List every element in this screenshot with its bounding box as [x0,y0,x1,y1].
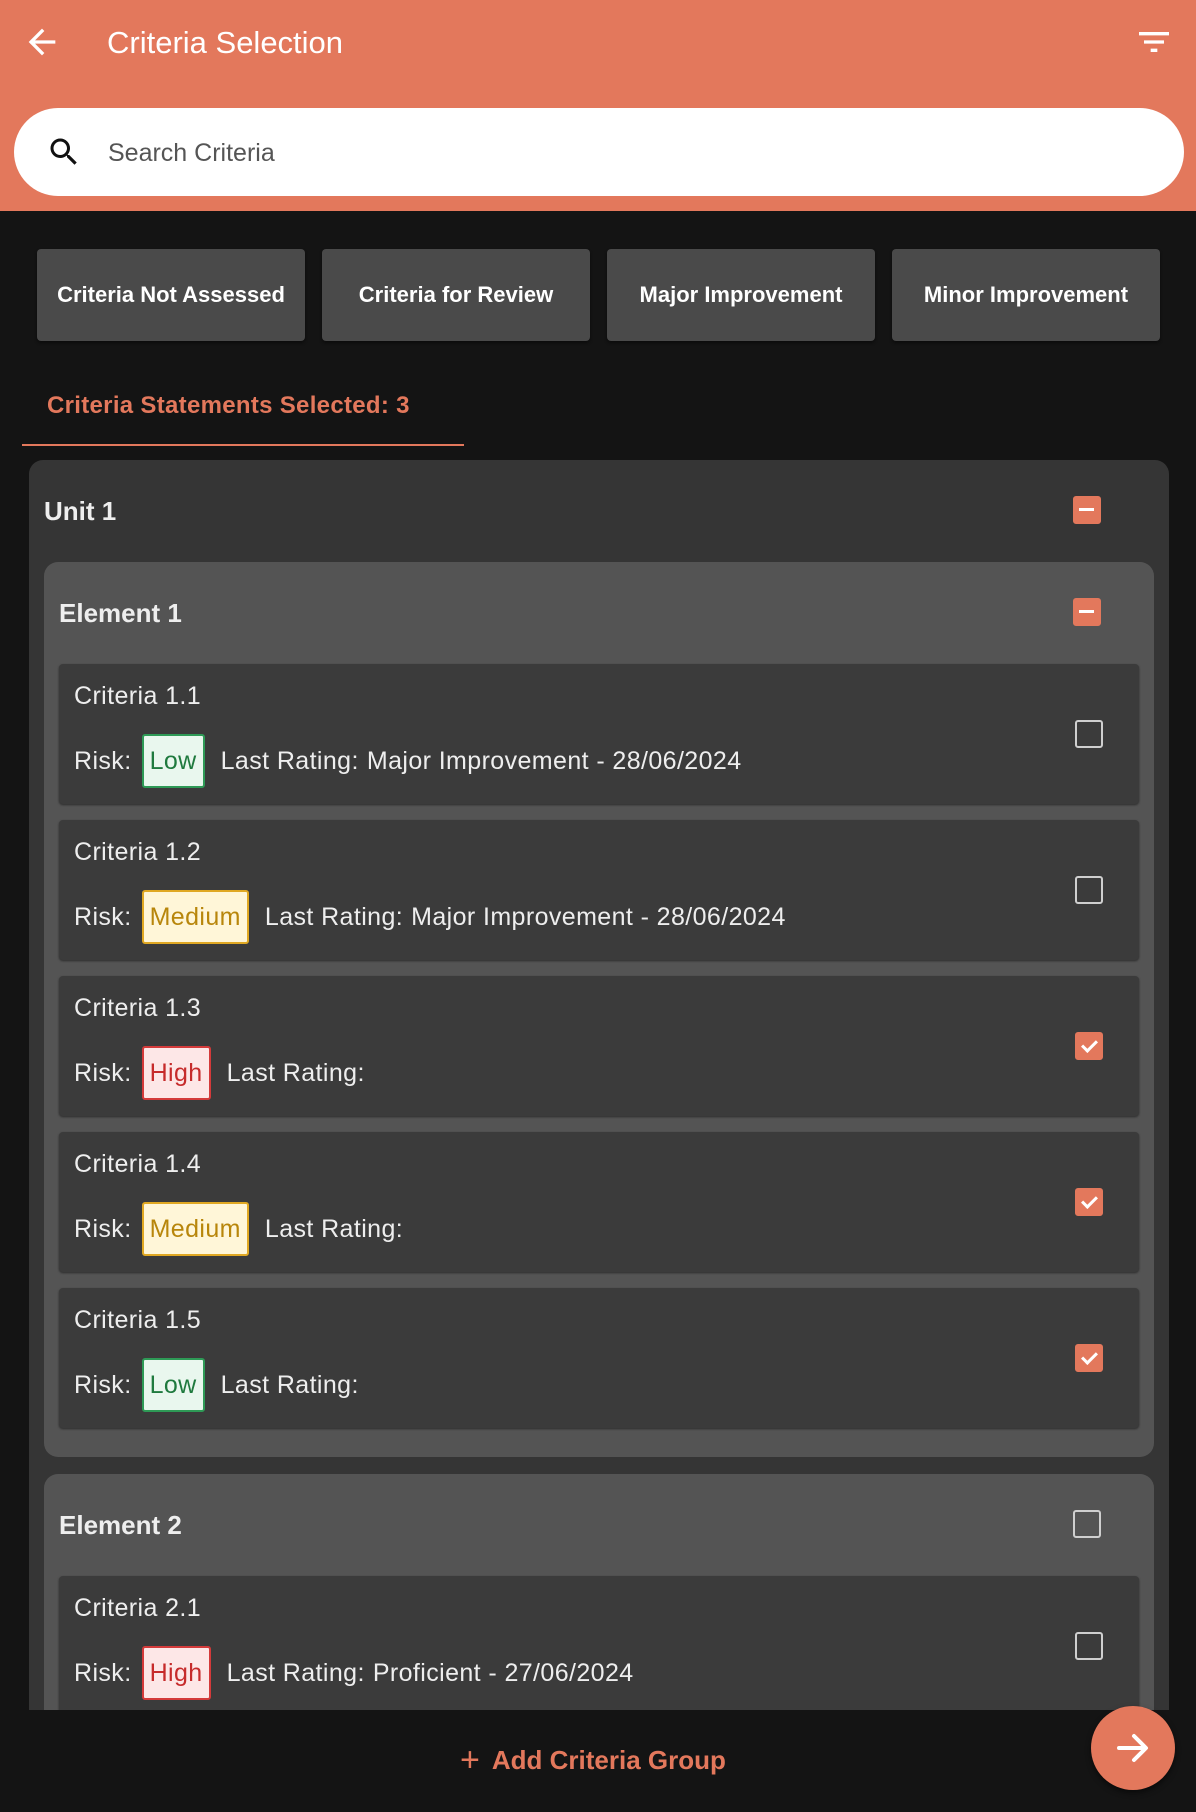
element-title: Element 1 [59,598,182,628]
filter-major-improvement-button[interactable]: Major Improvement [607,249,875,341]
add-criteria-group-label: Add Criteria Group [491,1744,726,1775]
element-card: Element 2 Criteria 2.1 Risk: High Last Rati… [44,1474,1154,1710]
filter-icon [1139,32,1169,52]
criteria-list[interactable]: Unit 1 Element 1 Criteria 1.1 Risk: Low Las… [0,460,1196,1710]
filter-buttons: Criteria Not Assessed Criteria for Revie… [37,249,1161,341]
risk-badge: High [141,1646,211,1700]
risk-badge: Medium [141,1202,249,1256]
criteria-card[interactable]: Criteria 1.4 Risk: Medium Last Rating: [59,1132,1139,1272]
last-rating-label: Last Rating: [220,746,359,775]
criteria-details: Risk: Medium Last Rating: Major Improvement… [74,890,786,944]
criteria-card[interactable]: Criteria 1.5 Risk: Low Last Rating: [59,1288,1139,1428]
back-button[interactable] [22,22,62,62]
risk-badge: Low [141,1358,205,1412]
criteria-name: Criteria 1.1 [74,682,202,710]
element-card: Element 1 Criteria 1.1 Risk: Low Last Ratin… [44,562,1154,1457]
criteria-details: Risk: High Last Rating: [74,1046,373,1100]
tab-selected-criteria[interactable]: Criteria Statements Selected: 3 [22,382,464,446]
criteria-checkbox[interactable] [1075,1188,1103,1216]
criteria-name: Criteria 1.4 [74,1150,202,1178]
filter-not-assessed-button[interactable]: Criteria Not Assessed [37,249,305,341]
risk-label: Risk: [74,1370,132,1399]
unit-card: Unit 1 Element 1 Criteria 1.1 Risk: Low Las… [29,460,1169,1710]
filter-button[interactable] [1134,22,1174,62]
criteria-details: Risk: Medium Last Rating: [74,1202,411,1256]
filter-minor-improvement-button[interactable]: Minor Improvement [892,249,1160,341]
search-input[interactable] [106,128,1160,178]
criteria-checkbox[interactable] [1075,1344,1103,1372]
last-rating-label: Last Rating: [264,1214,404,1243]
criteria-checkbox[interactable] [1075,720,1103,748]
risk-badge: Low [141,734,205,788]
criteria-checkbox[interactable] [1075,1032,1103,1060]
add-criteria-group-button[interactable]: + Add Criteria Group [460,1736,726,1784]
risk-label: Risk: [74,1214,132,1243]
criteria-card[interactable]: Criteria 2.1 Risk: High Last Rating: Profici… [59,1576,1139,1710]
risk-badge: Medium [141,890,249,944]
element-checkbox[interactable] [1073,598,1101,626]
arrow-right-icon [1117,1734,1148,1762]
criteria-details: Risk: High Last Rating: Proficient - 27/06/… [74,1646,634,1700]
risk-label: Risk: [74,1658,132,1687]
criteria-card[interactable]: Criteria 1.1 Risk: Low Last Rating: Major Im… [59,664,1139,804]
criteria-details: Risk: Low Last Rating: [74,1358,367,1412]
element-checkbox[interactable] [1073,1510,1101,1538]
unit-title: Unit 1 [44,496,117,526]
risk-label: Risk: [74,746,132,775]
criteria-name: Criteria 1.3 [74,994,202,1022]
criteria-checkbox[interactable] [1075,1632,1103,1660]
criteria-checkbox[interactable] [1075,876,1103,904]
last-rating-value: Proficient - 27/06/2024 [372,1658,634,1687]
criteria-name: Criteria 1.2 [74,838,202,866]
criteria-name: Criteria 1.5 [74,1306,202,1334]
criteria-details: Risk: Low Last Rating: Major Improvement - … [74,734,742,788]
last-rating-value: Major Improvement - 28/06/2024 [411,902,786,931]
last-rating-label: Last Rating: [220,1370,359,1399]
page-title: Criteria Selection [107,25,344,60]
risk-badge: High [141,1046,211,1100]
last-rating-label: Last Rating: [226,1658,365,1687]
plus-icon: + [460,1740,480,1779]
last-rating-label: Last Rating: [264,902,404,931]
tab-label: Criteria Statements Selected: 3 [47,392,410,419]
element-title: Element 2 [59,1510,182,1540]
bottom-bar: + Add Criteria Group [0,1710,1196,1812]
unit-checkbox[interactable] [1073,496,1101,524]
last-rating-label: Last Rating: [226,1058,365,1087]
arrow-left-icon [28,28,56,56]
search-icon [50,138,77,165]
last-rating-value: Major Improvement - 28/06/2024 [366,746,742,775]
risk-label: Risk: [74,902,132,931]
criteria-card[interactable]: Criteria 1.3 Risk: High Last Rating: [59,976,1139,1116]
criteria-name: Criteria 2.1 [74,1594,202,1622]
next-button[interactable] [1091,1706,1175,1790]
risk-label: Risk: [74,1058,132,1087]
search-bar[interactable] [14,108,1184,196]
criteria-card[interactable]: Criteria 1.2 Risk: Medium Last Rating: Major… [59,820,1139,960]
filter-review-button[interactable]: Criteria for Review [322,249,590,341]
app-bar: Criteria Selection [0,0,1196,211]
